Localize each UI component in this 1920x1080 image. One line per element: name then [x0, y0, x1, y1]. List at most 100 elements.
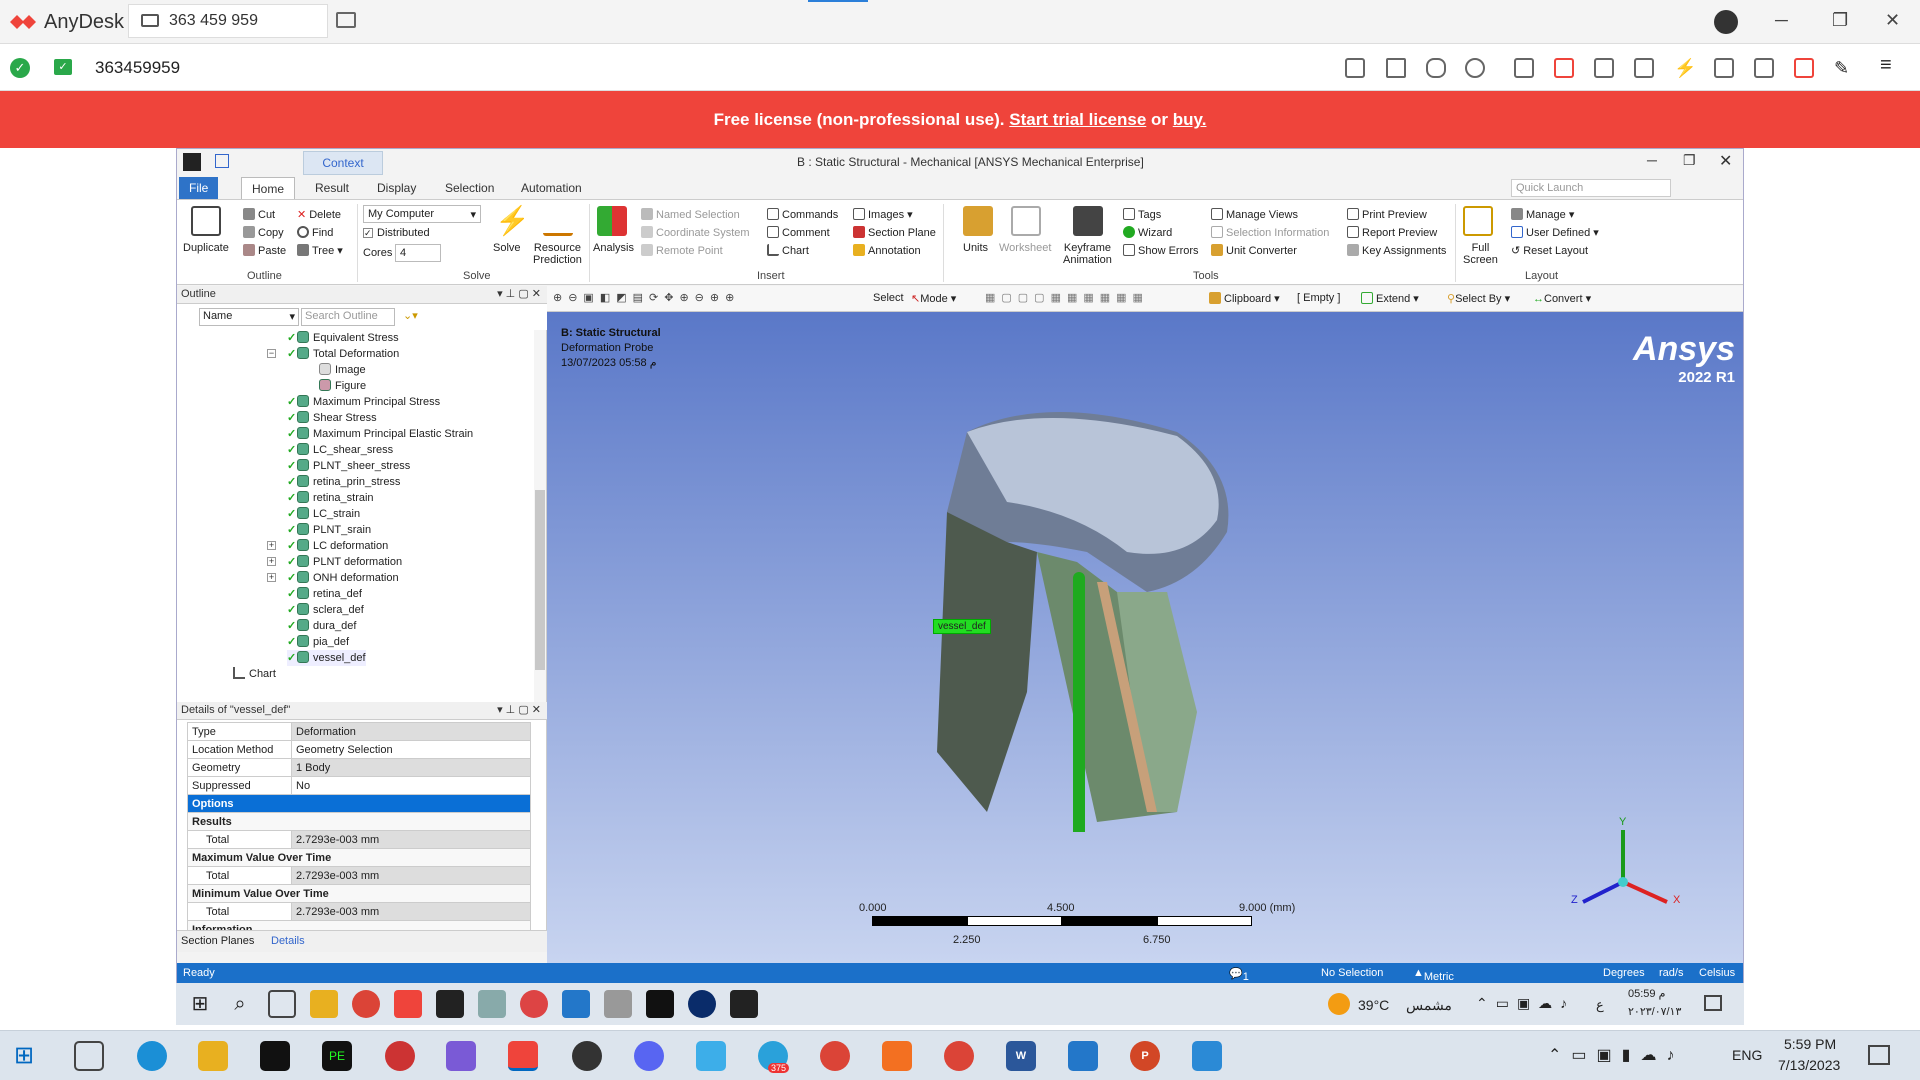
outline-scrollbar[interactable] — [534, 330, 546, 702]
details-category-min[interactable]: Minimum Value Over Time — [187, 884, 531, 903]
unit-converter-button[interactable]: Unit Converter — [1211, 244, 1297, 257]
section-plane-button[interactable]: Section Plane — [853, 226, 936, 239]
star-icon[interactable] — [1465, 58, 1485, 78]
units-button[interactable]: Units — [963, 242, 988, 254]
expand-icon[interactable]: + — [267, 573, 276, 582]
commands-button[interactable]: Commands — [767, 208, 838, 221]
details-row[interactable]: Geometry 1 Body — [187, 758, 531, 777]
wizard-button[interactable]: Wizard — [1123, 226, 1172, 239]
clock-time[interactable]: 5:59 PM — [1784, 1036, 1836, 1052]
tree-item[interactable]: + ✓ LC deformation — [267, 538, 388, 554]
word-icon[interactable]: W — [1006, 1041, 1036, 1071]
extend-button[interactable]: Extend ▾ — [1361, 292, 1419, 305]
outline-name-select[interactable]: Name ▾ — [199, 308, 299, 326]
select-by-button[interactable]: ⚲Select By ▾ — [1447, 292, 1510, 305]
weather-temp[interactable]: 39°C — [1358, 997, 1389, 1013]
app-icon[interactable] — [520, 990, 548, 1018]
maximize-button[interactable]: ❐ — [1832, 10, 1848, 31]
images-button[interactable]: Images ▾ — [853, 208, 913, 221]
file-transfer-icon[interactable] — [1514, 58, 1534, 78]
app-icon[interactable] — [385, 1041, 415, 1071]
expand-icon[interactable]: + — [267, 557, 276, 566]
tree-item[interactable]: + ✓ ONH deformation — [267, 570, 399, 586]
download-icon[interactable] — [1714, 10, 1738, 34]
edge-icon[interactable] — [137, 1041, 167, 1071]
search-icon[interactable]: ⌕ — [226, 990, 254, 1018]
details-category-max[interactable]: Maximum Value Over Time — [187, 848, 531, 867]
triad-icon[interactable] — [1563, 812, 1683, 922]
tree-button[interactable]: Tree ▾ — [297, 244, 343, 257]
session-tab[interactable]: 363 459 959 — [128, 4, 328, 38]
tab-result[interactable]: Result — [305, 177, 359, 199]
copy-button[interactable]: Copy — [243, 226, 284, 239]
analysis-button[interactable]: Analysis — [593, 242, 634, 254]
file-explorer-icon[interactable] — [310, 990, 338, 1018]
collapse-icon[interactable]: − — [267, 349, 276, 358]
coordinate-system-button[interactable]: Coordinate System — [641, 226, 750, 239]
tree-item[interactable]: ✓ Maximum Principal Elastic Strain — [287, 426, 473, 442]
report-preview-button[interactable]: Report Preview — [1347, 226, 1437, 239]
details-row[interactable]: Type Deformation — [187, 722, 531, 741]
chrome-icon[interactable] — [352, 990, 380, 1018]
cut-button[interactable]: Cut — [243, 208, 275, 221]
details-row[interactable]: Total 2.7293e-003 mm — [187, 830, 531, 849]
cores-input[interactable]: 4 — [395, 244, 441, 262]
context-tab[interactable]: Context — [303, 151, 383, 175]
lightning-icon[interactable]: ⚡ — [1674, 58, 1696, 78]
tree-item[interactable]: ✓ retina_strain — [287, 490, 374, 506]
selection-filter-icons[interactable]: ▦▢▢▢▦▦▦▦▦▦ — [985, 291, 1149, 304]
details-category-options[interactable]: Options — [187, 794, 531, 813]
privacy-icon[interactable] — [1345, 58, 1365, 78]
expand-icon[interactable]: + — [267, 541, 276, 550]
chat-icon[interactable] — [1634, 58, 1654, 78]
chrome-icon[interactable] — [820, 1041, 850, 1071]
tree-item[interactable]: ✓ Shear Stress — [287, 410, 377, 426]
graphics-viewport[interactable]: B: Static Structural Deformation Probe 1… — [547, 312, 1743, 963]
task-view-icon[interactable] — [74, 1041, 104, 1071]
app-icon[interactable] — [696, 1041, 726, 1071]
details-row[interactable]: Total 2.7293e-003 mm — [187, 866, 531, 885]
messages-status[interactable]: 💬 1 Message — [1229, 967, 1287, 995]
temperature-unit-status[interactable]: Celsius — [1699, 967, 1735, 979]
mail-icon[interactable] — [1068, 1041, 1098, 1071]
print-preview-button[interactable]: Print Preview — [1347, 208, 1427, 221]
language-indicator[interactable]: ع — [1596, 997, 1604, 1013]
search-outline-input[interactable]: Search Outline — [301, 308, 395, 326]
find-button[interactable]: Find — [297, 226, 333, 239]
hourglass-icon[interactable] — [1386, 58, 1406, 78]
github-icon[interactable] — [572, 1041, 602, 1071]
show-errors-button[interactable]: Show Errors — [1123, 244, 1199, 257]
tree-item[interactable]: ✓ Maximum Principal Stress — [287, 394, 440, 410]
clock-date[interactable]: ٢٠٢٣/٠٧/١٣ — [1628, 1005, 1681, 1018]
minimize-button[interactable]: ─ — [1775, 10, 1788, 31]
key-assignments-button[interactable]: Key Assignments — [1347, 244, 1446, 257]
details-category-results[interactable]: Results — [187, 812, 531, 831]
buy-link[interactable]: buy. — [1173, 110, 1207, 129]
full-screen-button[interactable]: Full Screen — [1463, 242, 1498, 266]
solve-button[interactable]: Solve — [493, 242, 521, 254]
chart-button[interactable]: Chart — [767, 244, 809, 257]
tree-item[interactable]: Chart — [233, 666, 276, 682]
tab-details[interactable]: Details — [271, 935, 305, 947]
record-icon[interactable] — [1794, 58, 1814, 78]
tree-item[interactable]: ✓ Equivalent Stress — [287, 330, 399, 346]
tab-file[interactable]: File — [179, 177, 219, 199]
language-indicator[interactable]: ENG — [1732, 1047, 1762, 1063]
new-session-icon[interactable] — [336, 12, 356, 28]
monitor-one-icon[interactable] — [1554, 58, 1574, 78]
tree-item[interactable]: ✓ retina_prin_stress — [287, 474, 400, 490]
manage-views-button[interactable]: Manage Views — [1211, 208, 1298, 221]
clipboard-button[interactable]: Clipboard ▾ — [1209, 292, 1280, 305]
delete-button[interactable]: ✕ Delete — [297, 208, 341, 221]
user-defined-button[interactable]: User Defined ▾ — [1511, 226, 1599, 239]
reset-layout-button[interactable]: ↺ Reset Layout — [1511, 244, 1588, 257]
tree-item[interactable]: ✓ sclera_def — [287, 602, 364, 618]
weather-desc[interactable]: مشمس — [1406, 997, 1452, 1014]
chrome-icon[interactable] — [944, 1041, 974, 1071]
app-icon[interactable] — [604, 990, 632, 1018]
mechanical-icon[interactable] — [730, 990, 758, 1018]
tray-icons[interactable]: ⌃▭▣▮☁♪ — [1548, 1045, 1684, 1065]
remote-point-button[interactable]: Remote Point — [641, 244, 723, 257]
start-icon[interactable]: ⊞ — [14, 1041, 44, 1071]
tree-item[interactable]: ✓ retina_def — [287, 586, 362, 602]
